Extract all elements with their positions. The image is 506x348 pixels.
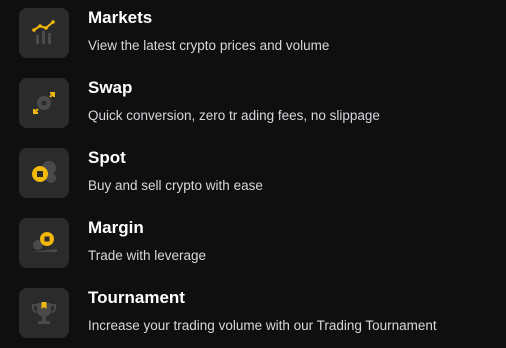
menu-item-description: Trade with leverage — [88, 248, 207, 263]
menu-item-markets[interactable]: Markets View the latest crypto prices an… — [19, 8, 499, 58]
menu-item-swap[interactable]: Swap Quick conversion, zero tr ading fee… — [19, 78, 499, 128]
margin-coin-icon — [19, 218, 69, 268]
menu-item-tournament[interactable]: Tournament Increase your trading volume … — [19, 288, 499, 338]
swap-icon — [19, 78, 69, 128]
trophy-icon — [19, 288, 69, 338]
menu-item-title: Tournament — [88, 288, 185, 307]
menu-item-spot[interactable]: Spot Buy and sell crypto with ease — [19, 148, 499, 198]
menu-item-margin[interactable]: Margin Trade with leverage — [19, 218, 499, 268]
markets-chart-icon — [19, 8, 69, 58]
menu-item-title: Markets — [88, 8, 153, 27]
menu-item-description: View the latest crypto prices and volume — [88, 38, 330, 53]
spot-coin-icon — [19, 148, 69, 198]
product-menu: Markets View the latest crypto prices an… — [0, 0, 506, 348]
menu-item-title: Swap — [88, 78, 133, 97]
menu-item-title: Margin — [88, 218, 144, 237]
menu-item-description: Increase your trading volume with our Tr… — [88, 318, 437, 333]
menu-item-title: Spot — [88, 148, 126, 167]
menu-item-description: Quick conversion, zero tr ading fees, no… — [88, 108, 380, 123]
menu-item-description: Buy and sell crypto with ease — [88, 178, 263, 193]
